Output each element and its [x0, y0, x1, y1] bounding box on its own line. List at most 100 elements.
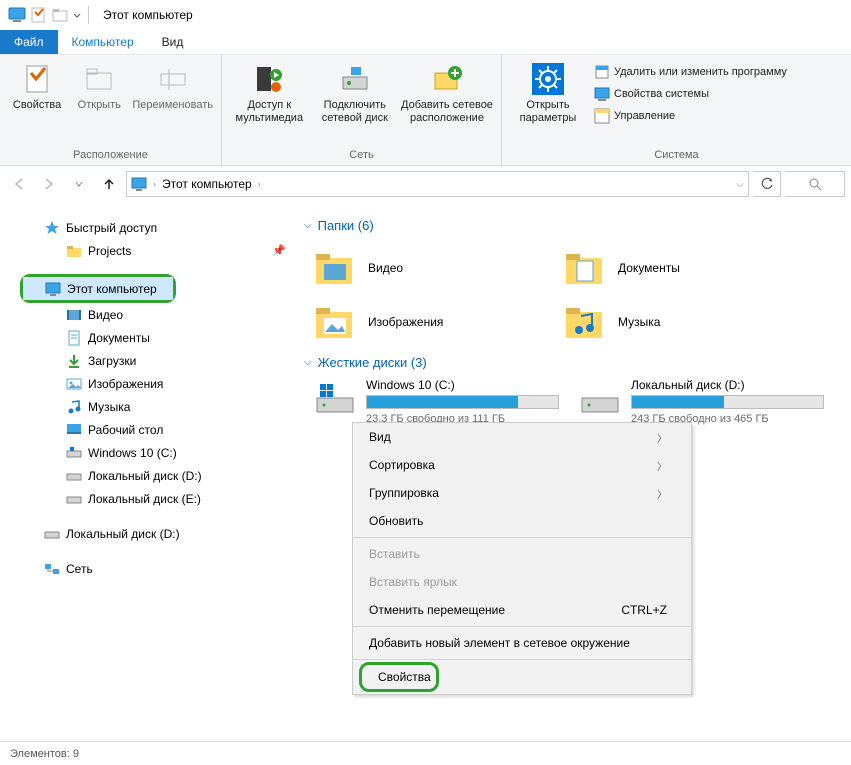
ribbon: Свойства Открыть Переименовать Расположе…	[0, 54, 851, 166]
ribbon-group-system-label: Система	[502, 147, 851, 165]
drive-c[interactable]: Windows 10 (C:) 23,3 ГБ свободно из 111 …	[314, 378, 559, 425]
ctx-group[interactable]: Группировка〉	[353, 479, 691, 507]
chevron-right-icon[interactable]: ›	[258, 179, 261, 189]
nav-recent-dropdown[interactable]	[66, 171, 92, 197]
drive-icon	[66, 468, 82, 484]
nav-desktop[interactable]: Рабочий стол	[18, 418, 296, 441]
drive-c-fill	[367, 396, 518, 408]
nav-projects[interactable]: Projects📌	[18, 239, 296, 262]
folder-documents[interactable]: Документы	[554, 241, 804, 295]
qat-dropdown-icon[interactable]	[72, 6, 82, 24]
ribbon-properties-button[interactable]: Свойства	[6, 59, 68, 116]
ctx-add-net-element[interactable]: Добавить новый элемент в сетевое окружен…	[353, 629, 691, 657]
chevron-right-icon: 〉	[657, 430, 667, 445]
nav-this-pc[interactable]: Этот компьютер	[23, 277, 173, 300]
nav-music[interactable]: Музыка	[18, 395, 296, 418]
drive-icon	[66, 491, 82, 507]
ctx-paste-shortcut: Вставить ярлык	[353, 568, 691, 596]
ctx-paste: Вставить	[353, 540, 691, 568]
settings-icon	[532, 63, 564, 95]
address-path[interactable]: › Этот компьютер › ⌵	[126, 171, 749, 197]
drive-c-name: Windows 10 (C:)	[366, 378, 559, 392]
uninstall-icon	[594, 64, 610, 80]
drive-d-fill	[632, 396, 724, 408]
ctx-properties[interactable]: Свойства	[362, 665, 436, 689]
pin-icon: 📌	[272, 244, 286, 257]
drive-icon	[579, 378, 621, 420]
nav-quick-access[interactable]: Быстрый доступ	[18, 216, 296, 239]
ribbon-open-settings-button[interactable]: Открыть параметры	[508, 59, 588, 128]
chevron-right-icon: 〉	[657, 458, 667, 473]
ctx-view[interactable]: Вид〉	[353, 423, 691, 451]
nav-drive-c[interactable]: Windows 10 (C:)	[18, 441, 296, 464]
media-server-icon	[253, 63, 285, 95]
qat-properties-icon[interactable]	[28, 5, 48, 25]
ribbon-group-location-label: Расположение	[0, 147, 221, 165]
nav-videos[interactable]: Видео	[18, 303, 296, 326]
tab-view[interactable]: Вид	[148, 30, 198, 54]
desktop-icon	[66, 422, 82, 438]
chevron-down-icon[interactable]: ⌵	[736, 179, 744, 190]
ctx-sort[interactable]: Сортировка〉	[353, 451, 691, 479]
ribbon-uninstall-button[interactable]: Удалить или изменить программу	[594, 61, 787, 83]
film-icon	[66, 307, 82, 323]
tab-file[interactable]: Файл	[0, 30, 58, 54]
folder-pictures[interactable]: Изображения	[304, 295, 554, 349]
folders-section-header[interactable]: ⌵Папки (6)	[304, 212, 843, 241]
navigation-pane: Быстрый доступ Projects📌 Этот компьютер …	[0, 202, 300, 741]
system-drive-icon	[314, 378, 356, 420]
chevron-down-icon: ⌵	[304, 357, 312, 368]
nav-drive-d-root[interactable]: Локальный диск (D:)	[18, 522, 296, 545]
rename-icon	[157, 63, 189, 95]
ribbon-rename-button: Переименовать	[130, 59, 215, 116]
search-input[interactable]	[785, 171, 845, 197]
nav-downloads[interactable]: Загрузки	[18, 349, 296, 372]
system-properties-icon	[594, 86, 610, 102]
folder-music[interactable]: Музыка	[554, 295, 804, 349]
tab-computer[interactable]: Компьютер	[58, 30, 148, 54]
monitor-small-icon	[131, 176, 147, 192]
drive-icon	[44, 526, 60, 542]
refresh-button[interactable]	[753, 171, 781, 197]
monitor-icon	[45, 281, 61, 297]
nav-documents[interactable]: Документы	[18, 326, 296, 349]
chevron-right-icon[interactable]: ›	[153, 179, 156, 189]
ribbon-media-access-button[interactable]: Доступ к мультимедиа	[228, 59, 311, 128]
status-bar: Элементов: 9	[0, 741, 851, 765]
nav-up-button[interactable]	[96, 171, 122, 197]
videos-folder-icon	[314, 248, 354, 288]
download-icon	[66, 353, 82, 369]
drives-section-header[interactable]: ⌵Жесткие диски (3)	[304, 349, 843, 378]
ribbon-add-netloc-button[interactable]: Добавить сетевое расположение	[399, 59, 495, 128]
ribbon-open-button: Открыть	[68, 59, 130, 116]
qat-new-folder-icon[interactable]	[50, 5, 70, 25]
status-item-count: Элементов: 9	[10, 748, 79, 760]
ribbon-manage-button[interactable]: Управление	[594, 105, 787, 127]
ctx-refresh[interactable]: Обновить	[353, 507, 691, 535]
folder-videos[interactable]: Видео	[304, 241, 554, 295]
drive-d[interactable]: Локальный диск (D:) 243 ГБ свободно из 4…	[579, 378, 824, 425]
nav-forward-button	[36, 171, 62, 197]
music-icon	[66, 399, 82, 415]
nav-drive-d[interactable]: Локальный диск (D:)	[18, 464, 296, 487]
ribbon-group-network-label: Сеть	[222, 147, 501, 165]
ribbon-map-drive-button[interactable]: Подключить сетевой диск	[311, 59, 399, 128]
content-pane[interactable]: ⌵Папки (6) Видео Документы Изображения М…	[300, 202, 851, 741]
nav-back-button	[6, 171, 32, 197]
title-bar: Этот компьютер	[0, 0, 851, 30]
add-netloc-icon	[431, 63, 463, 95]
ribbon-system-properties-button[interactable]: Свойства системы	[594, 83, 787, 105]
breadcrumb-this-pc[interactable]: Этот компьютер	[162, 177, 252, 191]
network-drive-icon	[339, 63, 371, 95]
ribbon-tabs: Файл Компьютер Вид	[0, 30, 851, 54]
chevron-right-icon: 〉	[657, 486, 667, 501]
nav-network[interactable]: Сеть	[18, 557, 296, 580]
music-folder-icon	[564, 302, 604, 342]
properties-icon	[21, 63, 53, 95]
nav-drive-e[interactable]: Локальный диск (E:)	[18, 487, 296, 510]
ctx-undo-move[interactable]: Отменить перемещениеCTRL+Z	[353, 596, 691, 624]
picture-icon	[66, 376, 82, 392]
nav-pictures[interactable]: Изображения	[18, 372, 296, 395]
drive-icon	[66, 445, 82, 461]
monitor-icon	[8, 6, 26, 24]
